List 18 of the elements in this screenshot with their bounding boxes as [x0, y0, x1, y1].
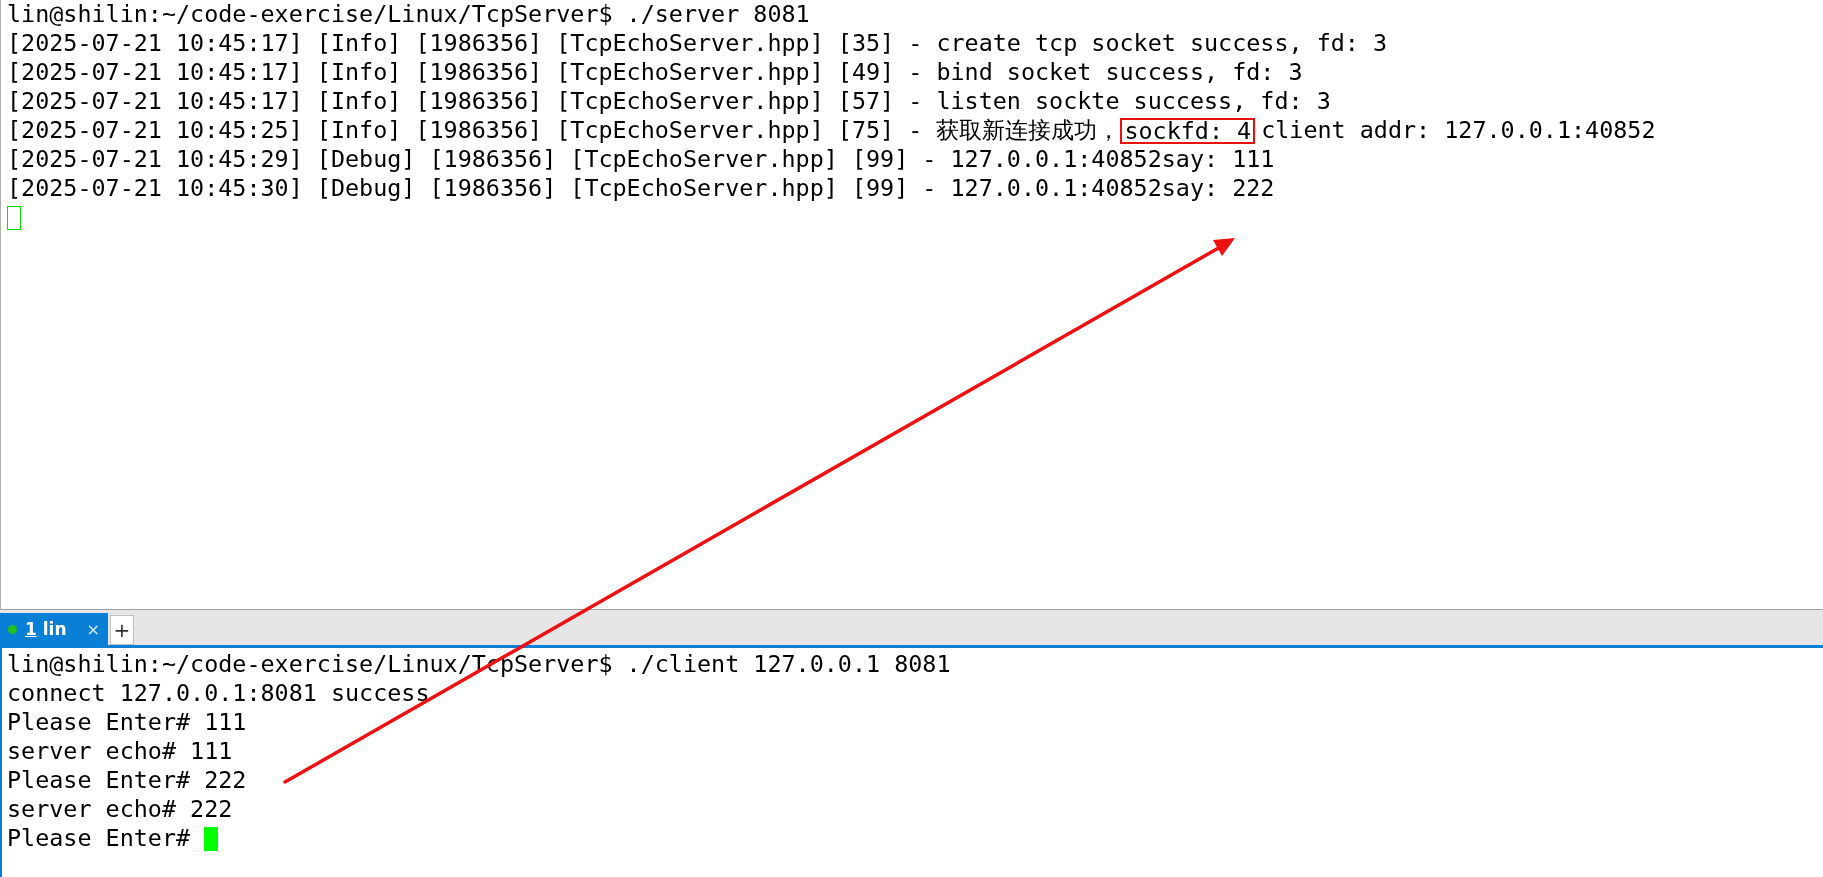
terminal-line: [2025-07-21 10:45:30] [Debug] [1986356] [TcpEchoServer.hpp] [99] - 127.0.0.1:40852say: 222	[7, 174, 1276, 203]
terminal-line: lin@shilin:~/code-exercise/Linux/TcpServer$ ./server 8081	[7, 0, 811, 29]
terminal-line: [2025-07-21 10:45:25] [Info] [1986356] [TcpEchoServer.hpp] [75] - 获取新连接成功， sockfd: 4 client addr: 127.0.0.1:40852	[7, 116, 1657, 145]
terminal-line: [2025-07-21 10:45:17] [Info] [1986356] [TcpEchoServer.hpp] [35] - create tcp socket success, fd: 3	[7, 29, 1389, 58]
terminal-line: Please Enter# 222	[7, 766, 248, 795]
terminal-line: Please Enter#	[7, 824, 1818, 853]
terminal-line: server echo# 111	[7, 737, 234, 766]
terminal-line: [2025-07-21 10:45:17] [Info] [1986356] [TcpEchoServer.hpp] [49] - bind socket success, fd: 3	[7, 58, 1304, 87]
terminal-line: server echo# 222	[7, 795, 234, 824]
highlight-box: sockfd: 4	[1120, 117, 1256, 144]
terminal-tab[interactable]: 1 lin ×	[0, 613, 108, 645]
terminal-line: [2025-07-21 10:45:17] [Info] [1986356] [TcpEchoServer.hpp] [57] - listen sockte success, fd: 3	[7, 87, 1332, 116]
terminal-line: connect 127.0.0.1:8081 success	[7, 679, 431, 708]
new-tab-button[interactable]: +	[109, 615, 134, 645]
terminal-line: [2025-07-21 10:45:29] [Debug] [1986356] [TcpEchoServer.hpp] [99] - 127.0.0.1:40852say: 111	[7, 145, 1276, 174]
close-icon[interactable]: ×	[86, 619, 100, 639]
terminal-line: Please Enter# 111	[7, 708, 248, 737]
status-dot-icon	[8, 624, 17, 634]
